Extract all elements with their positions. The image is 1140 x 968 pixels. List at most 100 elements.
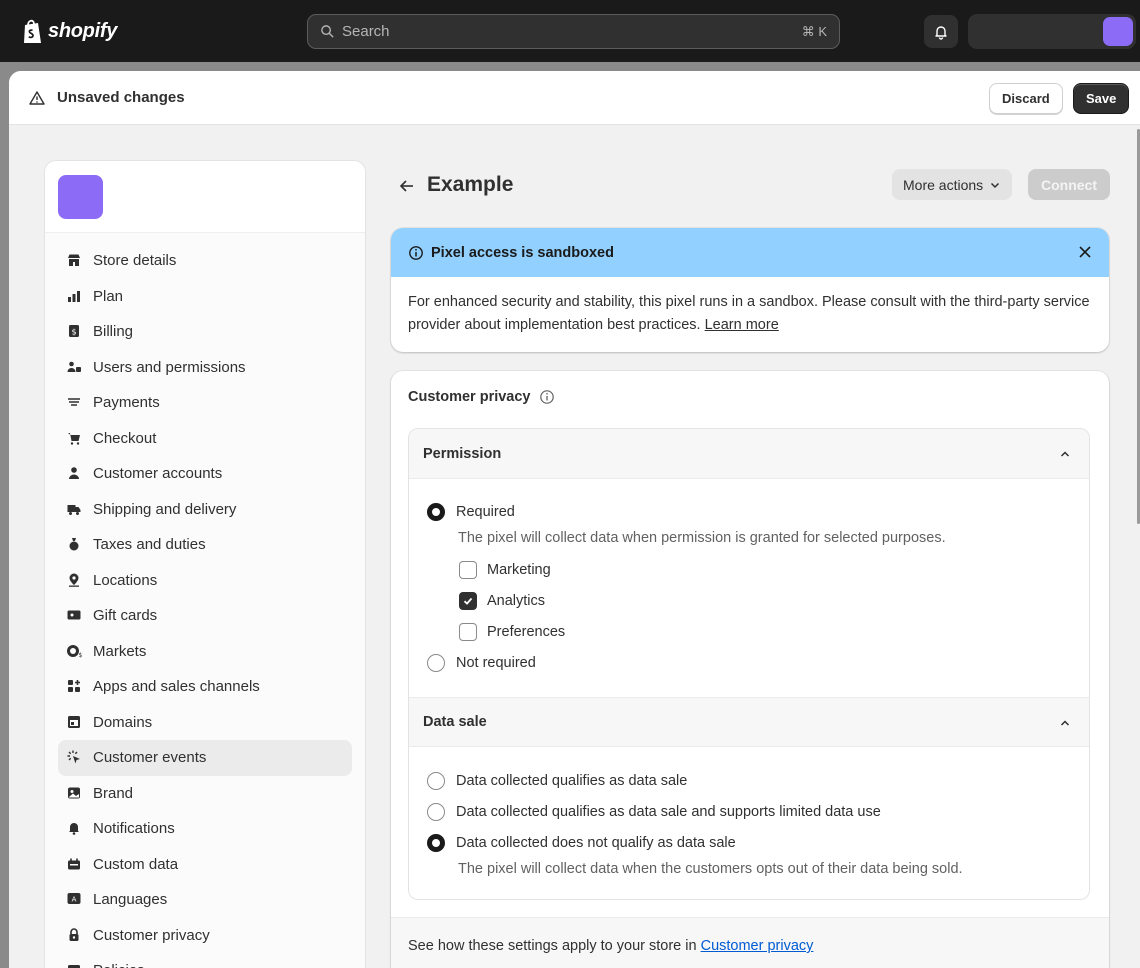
sidebar-item-languages[interactable]: A Languages — [58, 882, 352, 918]
sidebar-item-shipping-and-delivery[interactable]: Shipping and delivery — [58, 492, 352, 528]
info-icon[interactable] — [539, 389, 555, 405]
warning-icon — [29, 90, 45, 105]
plan-icon — [68, 290, 80, 302]
radio-required[interactable] — [427, 503, 445, 521]
sidebar-item-label: Shipping and delivery — [93, 500, 237, 518]
radio-data-sale-limited[interactable] — [427, 803, 445, 821]
sidebar-item-customer-events[interactable]: Customer events — [58, 740, 352, 776]
save-button[interactable]: Save — [1073, 83, 1130, 114]
data-sale-option-qualifies[interactable]: Data collected qualifies as data sale — [427, 772, 687, 790]
purpose-preferences[interactable]: Preferences — [459, 623, 565, 641]
data-sale-section-header[interactable]: Data sale — [409, 697, 1089, 747]
customer-privacy-link[interactable]: Customer privacy — [701, 938, 814, 954]
sidebar-item-payments[interactable]: Payments — [58, 385, 352, 421]
shopify-logo[interactable]: shopify — [22, 18, 117, 44]
permission-required-option[interactable]: Required — [427, 503, 515, 521]
sidebar-item-locations[interactable]: Locations — [58, 563, 352, 599]
svg-text:A: A — [72, 896, 77, 904]
sidebar-item-policies[interactable]: Policies — [58, 953, 352, 968]
sidebar-item-billing[interactable]: $ Billing — [58, 314, 352, 350]
purpose-analytics[interactable]: Analytics — [459, 592, 545, 610]
person-icon — [69, 467, 79, 479]
shopify-wordmark: shopify — [48, 19, 118, 42]
sidebar-item-label: Billing — [93, 323, 134, 341]
truck-icon — [67, 504, 81, 515]
checkbox-analytics[interactable] — [459, 592, 477, 610]
checkbox-marketing[interactable] — [459, 561, 477, 579]
analytics-label: Analytics — [487, 593, 546, 609]
sidebar-item-label: Notifications — [93, 820, 175, 838]
search-bar[interactable]: ⌘ K — [307, 14, 840, 49]
sidebar-nav: Store details Plan $ Billing Users and permi… — [45, 233, 365, 968]
chevron-up-icon — [1060, 451, 1070, 457]
banner-title: Pixel access is sandboxed — [431, 244, 614, 261]
store-avatar — [58, 175, 103, 219]
radio-data-sale-not-qualify[interactable] — [427, 834, 445, 852]
sidebar-item-gift-cards[interactable]: Gift cards — [58, 598, 352, 634]
permission-section-header[interactable]: Permission — [409, 429, 1089, 479]
sidebar-item-markets[interactable]: $ Markets — [58, 634, 352, 670]
sidebar-item-taxes-and-duties[interactable]: Taxes and duties — [58, 527, 352, 563]
banner-body: For enhanced security and stability, thi… — [391, 277, 1109, 337]
brand-icon — [68, 787, 80, 798]
sidebar-item-domains[interactable]: Domains — [58, 705, 352, 741]
sidebar-item-users-and-permissions[interactable]: Users and permissions — [58, 350, 352, 386]
permission-not-required-option[interactable]: Not required — [427, 654, 536, 672]
sidebar-item-label: Customer accounts — [93, 465, 223, 483]
sidebar-item-customer-accounts[interactable]: Customer accounts — [58, 456, 352, 492]
notifications-button[interactable] — [924, 15, 958, 48]
sidebar-item-plan[interactable]: Plan — [58, 279, 352, 315]
search-input[interactable] — [342, 23, 802, 40]
svg-text:$: $ — [79, 652, 83, 659]
custom-data-icon — [68, 858, 80, 869]
discard-button[interactable]: Discard — [989, 83, 1063, 114]
checkmark-icon — [463, 597, 473, 605]
data-sale-option-not-qualify[interactable]: Data collected does not qualify as data … — [427, 834, 736, 852]
unsaved-changes-bar: Unsaved changes Discard Save — [9, 71, 1140, 125]
chevron-up-icon — [1060, 720, 1070, 726]
users-icon — [67, 361, 81, 372]
data-sale-option-label: Data collected does not qualify as data … — [456, 835, 736, 851]
footer-text: See how these settings apply to your sto… — [408, 938, 697, 954]
sidebar-item-label: Users and permissions — [93, 358, 246, 376]
required-label: Required — [456, 504, 515, 520]
radio-not-required[interactable] — [427, 654, 445, 672]
sidebar-item-label: Gift cards — [93, 607, 158, 625]
checkbox-preferences[interactable] — [459, 623, 477, 641]
learn-more-link[interactable]: Learn more — [705, 317, 779, 333]
sidebar-item-brand[interactable]: Brand — [58, 776, 352, 812]
store-switcher[interactable] — [968, 14, 1136, 49]
payments-icon — [68, 398, 80, 406]
sidebar-item-label: Locations — [93, 571, 158, 589]
radio-data-sale-qualifies[interactable] — [427, 772, 445, 790]
location-icon — [69, 573, 79, 587]
sidebar-item-notifications[interactable]: Notifications — [58, 811, 352, 847]
close-icon[interactable] — [1077, 244, 1093, 260]
sidebar-item-customer-privacy[interactable]: Customer privacy — [58, 918, 352, 954]
customer-privacy-card: Customer privacy Permission Required The… — [391, 371, 1109, 968]
sidebar-item-custom-data[interactable]: Custom data — [58, 847, 352, 883]
page-header: Example More actions Connect — [392, 169, 1110, 203]
sidebar-item-store-details[interactable]: Store details — [58, 243, 352, 279]
data-sale-option-limited-use[interactable]: Data collected qualifies as data sale an… — [427, 803, 881, 821]
data-sale-option-label: Data collected qualifies as data sale — [456, 773, 688, 789]
chevron-down-icon — [991, 182, 1000, 188]
more-actions-button[interactable]: More actions — [892, 169, 1013, 200]
sidebar-item-label: Apps and sales channels — [93, 678, 260, 696]
store-icon — [68, 254, 80, 266]
bell-icon — [69, 823, 79, 835]
policies-icon — [68, 965, 80, 968]
connect-button[interactable]: Connect — [1028, 169, 1110, 200]
data-sale-heading: Data sale — [423, 714, 487, 730]
sidebar-item-label: Markets — [93, 642, 147, 660]
sidebar-item-apps-and-sales-channels[interactable]: Apps and sales channels — [58, 669, 352, 705]
sidebar-item-checkout[interactable]: Checkout — [58, 421, 352, 457]
settings-sidebar: Store details Plan $ Billing Users and permi… — [44, 160, 366, 968]
card-footer: See how these settings apply to your sto… — [391, 917, 1109, 968]
back-arrow-icon[interactable] — [398, 177, 416, 195]
unsaved-changes-title: Unsaved changes — [57, 89, 185, 106]
purpose-marketing[interactable]: Marketing — [459, 561, 551, 579]
sidebar-store-header[interactable] — [45, 161, 365, 233]
domains-icon — [68, 715, 80, 728]
cursor-icon — [67, 750, 80, 764]
